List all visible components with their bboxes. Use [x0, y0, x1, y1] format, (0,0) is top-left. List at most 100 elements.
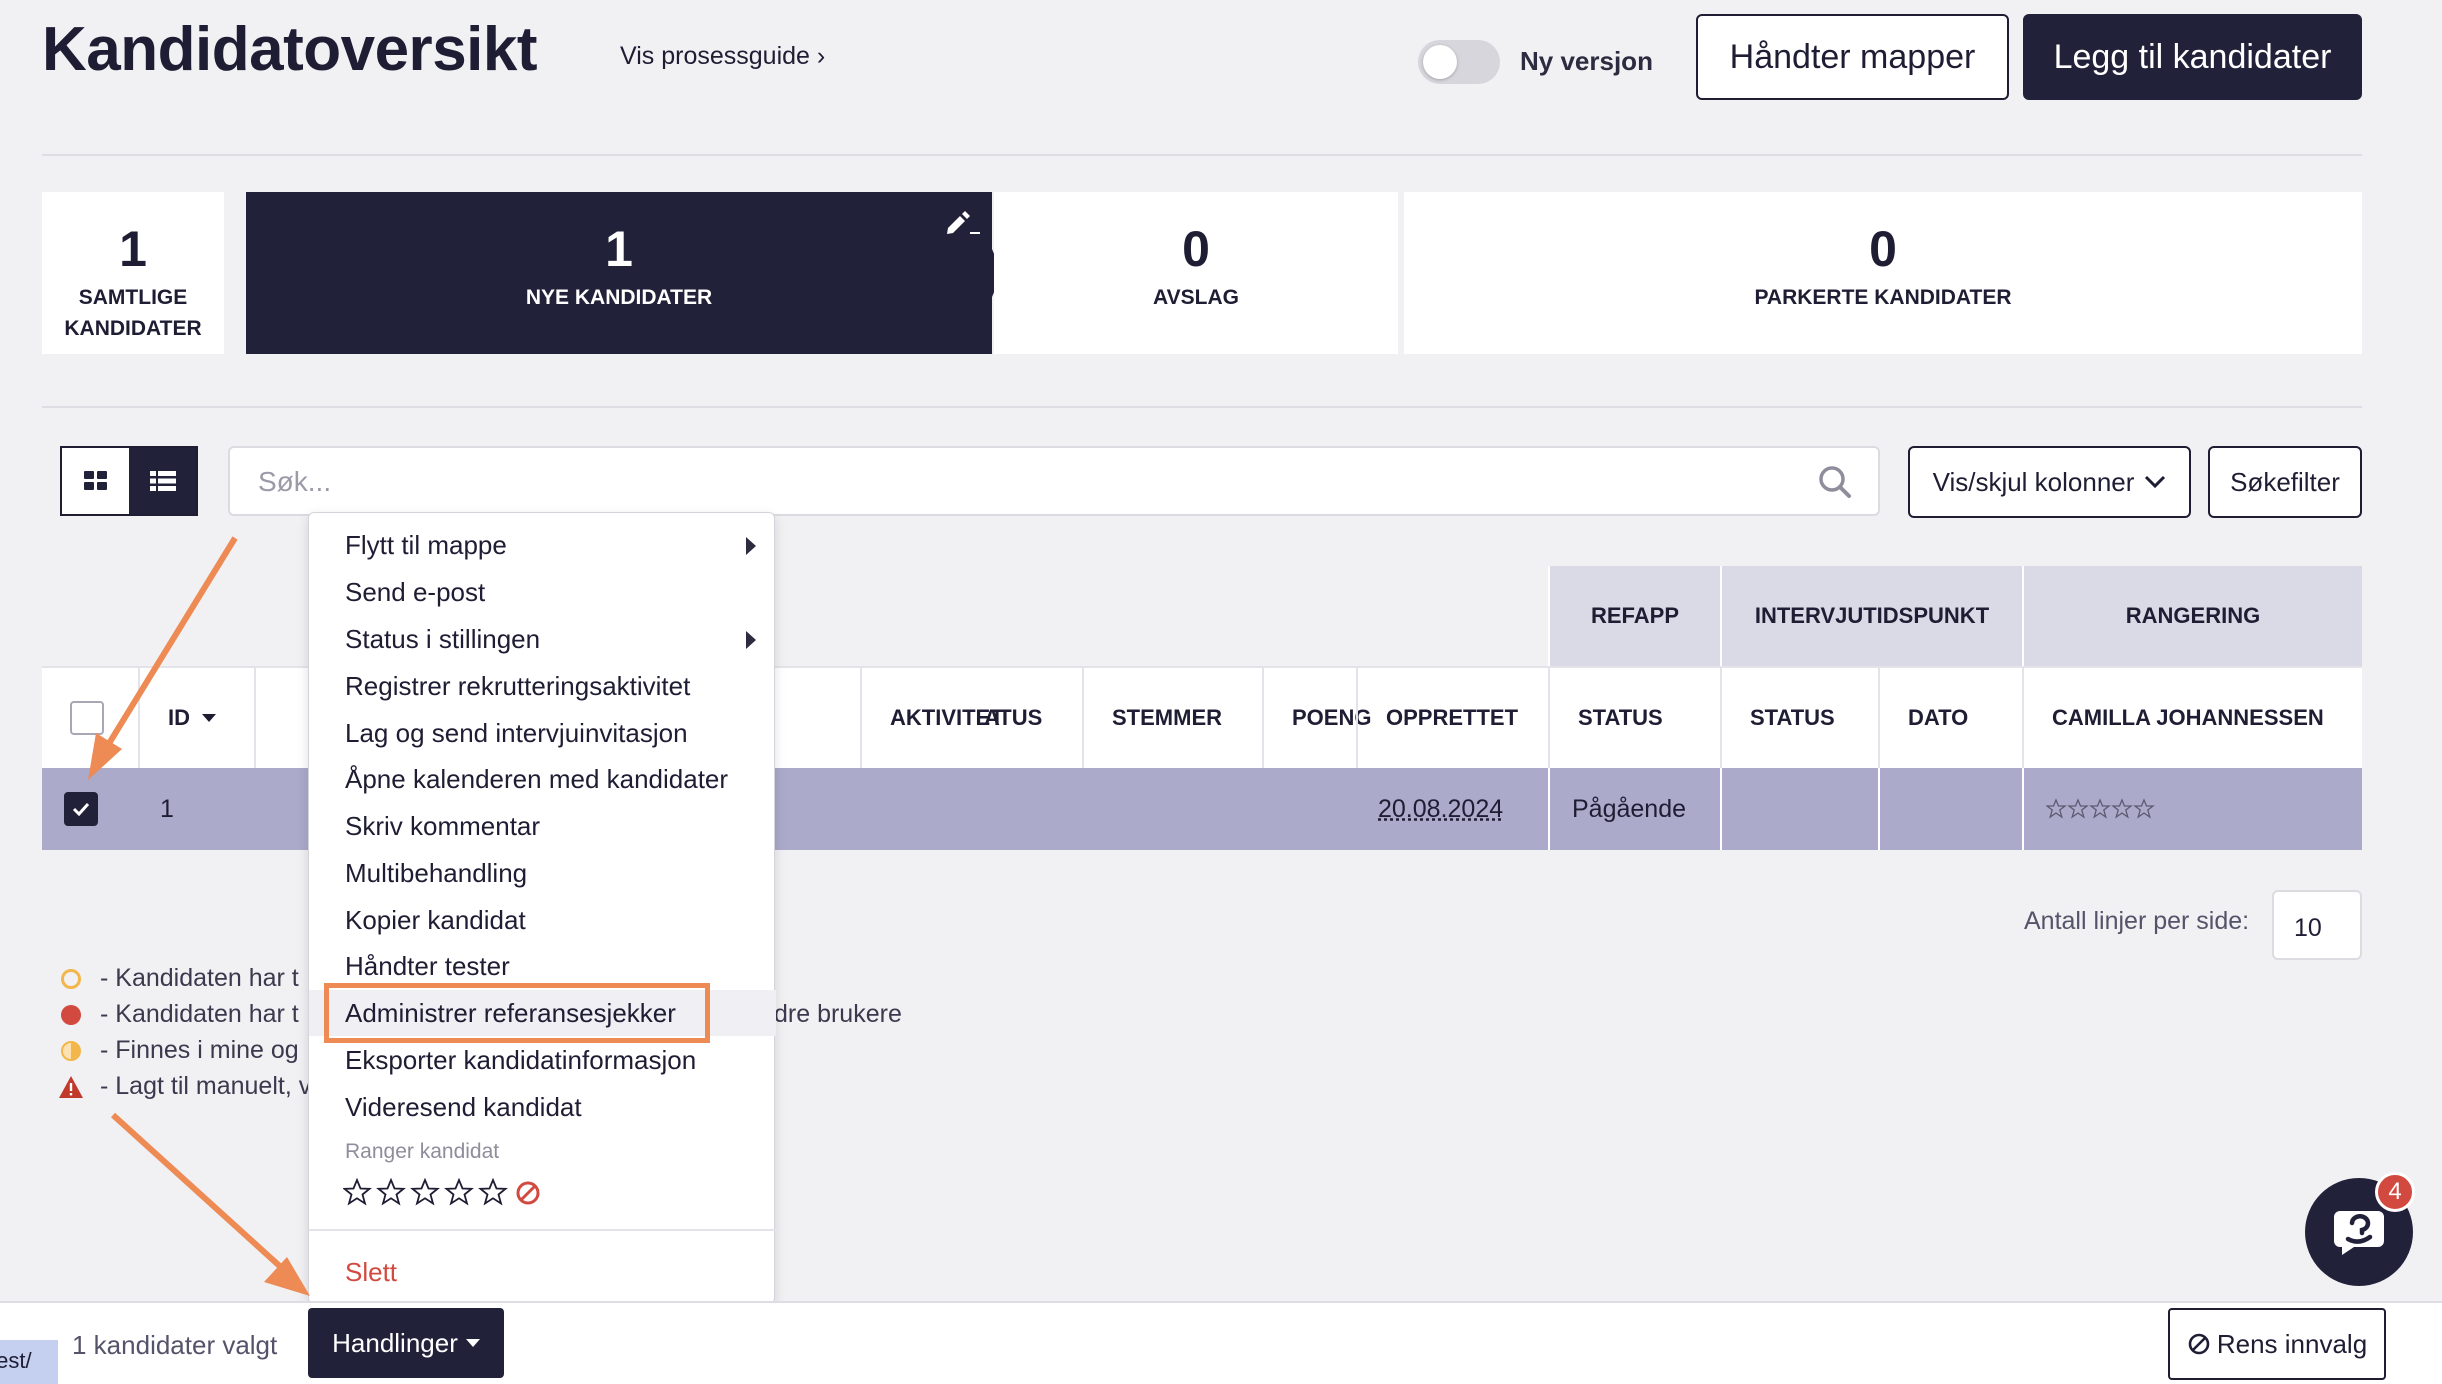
search-filter-button[interactable]: Søkefilter — [2208, 446, 2362, 518]
legend-tail-text: dre brukere — [774, 1000, 902, 1028]
highlight-box — [324, 983, 710, 1043]
menu-item-bulk-processing[interactable]: Multibehandling — [345, 858, 527, 889]
stat-label: SAMTLIGE KANDIDATER — [64, 286, 202, 340]
menu-item-register-activity[interactable]: Registrer rekrutteringsaktivitet — [345, 671, 690, 702]
column-refapp-status[interactable]: STATUS — [1548, 668, 1720, 768]
circle-outline-icon — [61, 968, 81, 989]
column-created[interactable]: OPPRETTET — [1356, 668, 1548, 768]
stat-count: 1 — [119, 221, 147, 277]
menu-item-write-comment[interactable]: Skriv kommentar — [345, 811, 540, 842]
row-refapp-status: Pågående — [1548, 768, 1720, 850]
new-version-label: Ny versjon — [1520, 46, 1653, 76]
column-interview-date[interactable]: DATO — [1878, 668, 2022, 768]
menu-divider — [309, 1229, 776, 1231]
stat-count: 0 — [1182, 221, 1210, 277]
per-page-input[interactable]: 10 — [2272, 890, 2362, 960]
chevron-down-icon — [2145, 475, 2166, 489]
stat-new-candidates[interactable]: 1 NYE KANDIDATER — [246, 192, 992, 354]
help-chat-button[interactable]: 4 — [2305, 1172, 2415, 1286]
menu-item-move-to-folder[interactable]: Flytt til mappe — [345, 530, 507, 561]
select-all-cell — [42, 668, 138, 768]
column-votes[interactable]: STEMMER — [1082, 668, 1262, 768]
edit-icon[interactable] — [942, 206, 982, 238]
toggle-knob — [1423, 45, 1457, 79]
group-ranking: RANGERING — [2022, 566, 2362, 666]
page-title: Kandidatoversikt — [42, 15, 538, 84]
group-refapp: REFAPP — [1548, 566, 1720, 666]
menu-item-send-email[interactable]: Send e-post — [345, 577, 485, 608]
stat-parked[interactable]: 0 PARKERTE KANDIDATER — [1404, 192, 2362, 354]
check-icon — [72, 802, 90, 816]
list-view-button[interactable] — [129, 448, 196, 514]
stat-label: NYE KANDIDATER — [525, 286, 713, 309]
clear-selection-button[interactable]: Rens innvalg — [2168, 1308, 2386, 1380]
menu-item-status-in-position[interactable]: Status i stillingen — [345, 624, 540, 655]
row-select-cell — [64, 768, 98, 850]
url-fragment: test/ — [0, 1340, 58, 1384]
per-page-label: Antall linjer per side: — [2024, 907, 2250, 935]
menu-item-forward-candidate[interactable]: Videresend kandidat — [345, 1092, 582, 1123]
legend-item: - Kandidaten har t — [58, 964, 299, 993]
caret-down-icon — [465, 1339, 480, 1347]
submenu-caret-icon — [746, 537, 756, 555]
column-activity[interactable]: AKTIVITET — [860, 668, 1082, 768]
star-rating-icon — [2046, 798, 2155, 819]
row-id: 1 — [160, 794, 174, 823]
actions-menu: Flytt til mappe Send e-post Status i sti… — [308, 512, 776, 1304]
search-icon[interactable] — [1818, 465, 1852, 499]
menu-item-copy-candidate[interactable]: Kopier kandidat — [345, 905, 526, 936]
rank-stars[interactable] — [343, 1178, 553, 1210]
stat-all-candidates[interactable]: 1 SAMTLIGE KANDIDATER — [42, 192, 224, 354]
menu-item-delete[interactable]: Slett — [345, 1257, 397, 1288]
submenu-caret-icon — [746, 631, 756, 649]
column-id[interactable]: ID — [138, 668, 254, 768]
select-all-checkbox[interactable] — [70, 701, 104, 735]
new-version-toggle[interactable] — [1418, 40, 1500, 84]
actions-label: Handlinger — [332, 1327, 458, 1358]
stat-label: PARKERTE KANDIDATER — [1754, 286, 2012, 309]
stat-rejections[interactable]: 0 AVSLAG — [994, 192, 1398, 354]
add-candidates-button[interactable]: Legg til kandidater — [2023, 14, 2362, 100]
row-created: 20.08.2024 — [1378, 794, 1504, 823]
clear-selection-label: Rens innvalg — [2216, 1328, 2368, 1359]
view-toggle[interactable] — [60, 446, 198, 516]
manage-folders-button[interactable]: Håndter mapper — [1696, 14, 2009, 100]
row-interview-status — [1720, 768, 1878, 850]
ban-icon — [2188, 1333, 2210, 1355]
stats-divider — [42, 406, 2362, 408]
stat-label: AVSLAG — [1153, 286, 1239, 309]
legend-item: - Finnes i mine og — [58, 1036, 299, 1065]
actions-button[interactable]: Handlinger — [308, 1308, 504, 1378]
column-ranking-user[interactable]: CAMILLA JOHANNESSEN — [2022, 668, 2362, 768]
sort-caret-icon — [202, 714, 216, 722]
grid-view-button[interactable] — [62, 448, 129, 514]
arrow-annotation — [110, 1112, 310, 1296]
search-placeholder: Søk... — [258, 466, 332, 497]
stat-count: 1 — [605, 221, 633, 277]
rank-candidate-label: Ranger kandidat — [345, 1140, 500, 1163]
list-icon — [149, 471, 176, 491]
menu-item-manage-tests[interactable]: Håndter tester — [345, 951, 510, 982]
toggle-columns-button[interactable]: Vis/skjul kolonner — [1908, 446, 2191, 518]
group-interview-time: INTERVJUTIDSPUNKT — [1720, 566, 2022, 666]
menu-item-send-interview-invitation[interactable]: Lag og send intervjuinvitasjon — [345, 718, 688, 749]
chat-icon — [2334, 1211, 2384, 1255]
header-divider — [42, 154, 2362, 156]
legend-item: - Kandidaten har t — [58, 1000, 299, 1029]
row-interview-date — [1878, 768, 2022, 850]
menu-item-open-calendar[interactable]: Åpne kalenderen med kandidater — [345, 764, 728, 795]
legend-item: - Lagt til manuelt, v — [58, 1072, 311, 1101]
stat-count: 0 — [1869, 221, 1897, 277]
circle-filled-icon — [61, 1004, 81, 1025]
row-rating[interactable] — [2022, 768, 2362, 850]
search-input[interactable]: Søk... — [228, 446, 1880, 516]
toggle-columns-label: Vis/skjul kolonner — [1932, 466, 2135, 497]
grid-icon — [83, 471, 107, 490]
chat-notification-badge: 4 — [2375, 1172, 2415, 1212]
warning-icon — [59, 1075, 83, 1098]
column-interview-status[interactable]: STATUS — [1720, 668, 1878, 768]
process-guide-link[interactable]: Vis prosessguide › — [620, 42, 825, 71]
row-checkbox[interactable] — [64, 792, 98, 826]
selected-count: 1 kandidater valgt — [72, 1330, 278, 1360]
menu-item-export-candidate-info[interactable]: Eksporter kandidatinformasjon — [345, 1045, 696, 1076]
